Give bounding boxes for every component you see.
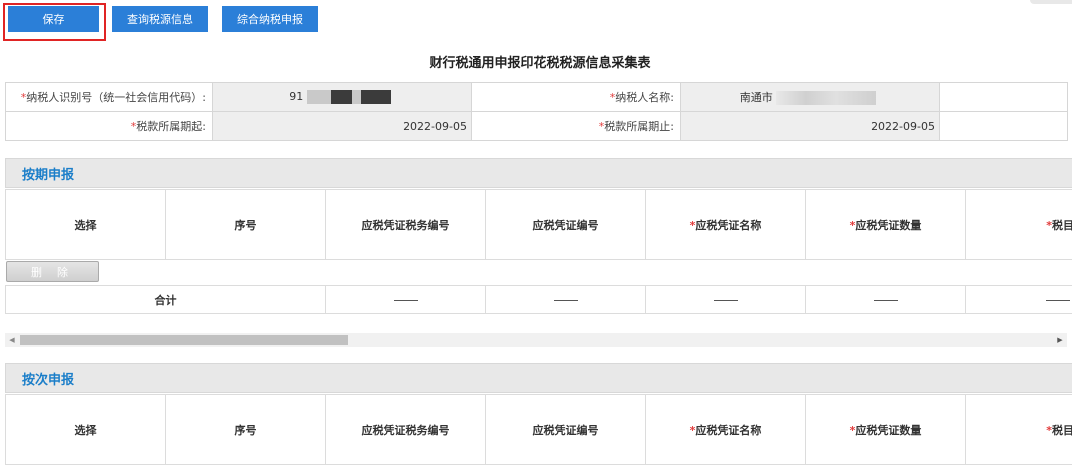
delete-button[interactable]: 删 除	[6, 261, 99, 282]
col-seq: 序号	[165, 189, 326, 260]
col-voucher-name: *应税凭证名称	[645, 189, 806, 260]
col-voucher-name: *应税凭证名称	[645, 394, 806, 465]
col-tax-voucher-no: 应税凭证税务编号	[325, 189, 486, 260]
scroll-right-icon[interactable]: ▶	[1053, 333, 1067, 347]
col-voucher-no: 应税凭证编号	[485, 394, 646, 465]
col-select: 选择	[5, 394, 166, 465]
redacted-mask	[776, 91, 877, 105]
empty-cell	[939, 111, 1068, 141]
taxpayer-name-value: 南通市	[739, 91, 773, 104]
periodic-declaration-table: 选择 序号 应税凭证税务编号 应税凭证编号 *应税凭证名称 *应税凭证数量 *税…	[5, 189, 1080, 260]
save-button-highlight	[3, 3, 106, 41]
total-cell	[965, 285, 1080, 314]
col-tax-item: *税目	[965, 394, 1080, 465]
scroll-left-icon[interactable]: ◀	[5, 333, 19, 347]
period-start-label: *税款所属期起:	[5, 111, 213, 141]
col-voucher-qty: *应税凭证数量	[805, 394, 966, 465]
col-tax-voucher-no: 应税凭证税务编号	[325, 394, 486, 465]
query-tax-source-button[interactable]: 查询税源信息	[112, 6, 208, 32]
col-voucher-no: 应税凭证编号	[485, 189, 646, 260]
per-time-declaration-table: 选择 序号 应税凭证税务编号 应税凭证编号 *应税凭证名称 *应税凭证数量 *税…	[5, 394, 1080, 465]
per-time-declaration-header: 按次申报	[5, 363, 1080, 393]
redacted-mask	[330, 90, 391, 104]
total-label: 合计	[5, 285, 326, 314]
redacted-mask	[306, 90, 331, 104]
taxpayer-info-table: *纳税人识别号（统一社会信用代码）: 91 *纳税人名称: 南通市 *税款所属期…	[5, 82, 1068, 141]
total-cell	[645, 285, 806, 314]
col-voucher-qty: *应税凭证数量	[805, 189, 966, 260]
periodic-declaration-header: 按期申报	[5, 158, 1080, 188]
taxpayer-name-field: 南通市	[680, 82, 940, 112]
taxpayer-id-label: *纳税人识别号（统一社会信用代码）:	[5, 82, 213, 112]
total-cell	[805, 285, 966, 314]
horizontal-scrollbar[interactable]: ◀ ▶	[5, 333, 1067, 347]
col-tax-item: *税目	[965, 189, 1080, 260]
comprehensive-declare-button[interactable]: 综合纳税申报	[222, 6, 318, 32]
total-cell	[485, 285, 646, 314]
page-title: 财行税通用申报印花税税源信息采集表	[429, 56, 651, 71]
periodic-total-row: 合计	[5, 285, 1080, 314]
taxpayer-id-value: 91	[289, 90, 304, 103]
vertical-scrollbar[interactable]	[1072, 0, 1080, 465]
total-cell	[325, 285, 486, 314]
taxpayer-id-field: 91	[212, 82, 472, 112]
period-start-field[interactable]: 2022-09-05	[212, 111, 472, 141]
empty-cell	[939, 82, 1068, 112]
period-end-field[interactable]: 2022-09-05	[680, 111, 940, 141]
col-select: 选择	[5, 189, 166, 260]
col-seq: 序号	[165, 394, 326, 465]
scrollbar-thumb[interactable]	[20, 335, 348, 345]
period-end-label: *税款所属期止:	[471, 111, 681, 141]
taxpayer-name-label: *纳税人名称:	[471, 82, 681, 112]
toolbar: 保存 查询税源信息 综合纳税申报	[0, 0, 1080, 41]
